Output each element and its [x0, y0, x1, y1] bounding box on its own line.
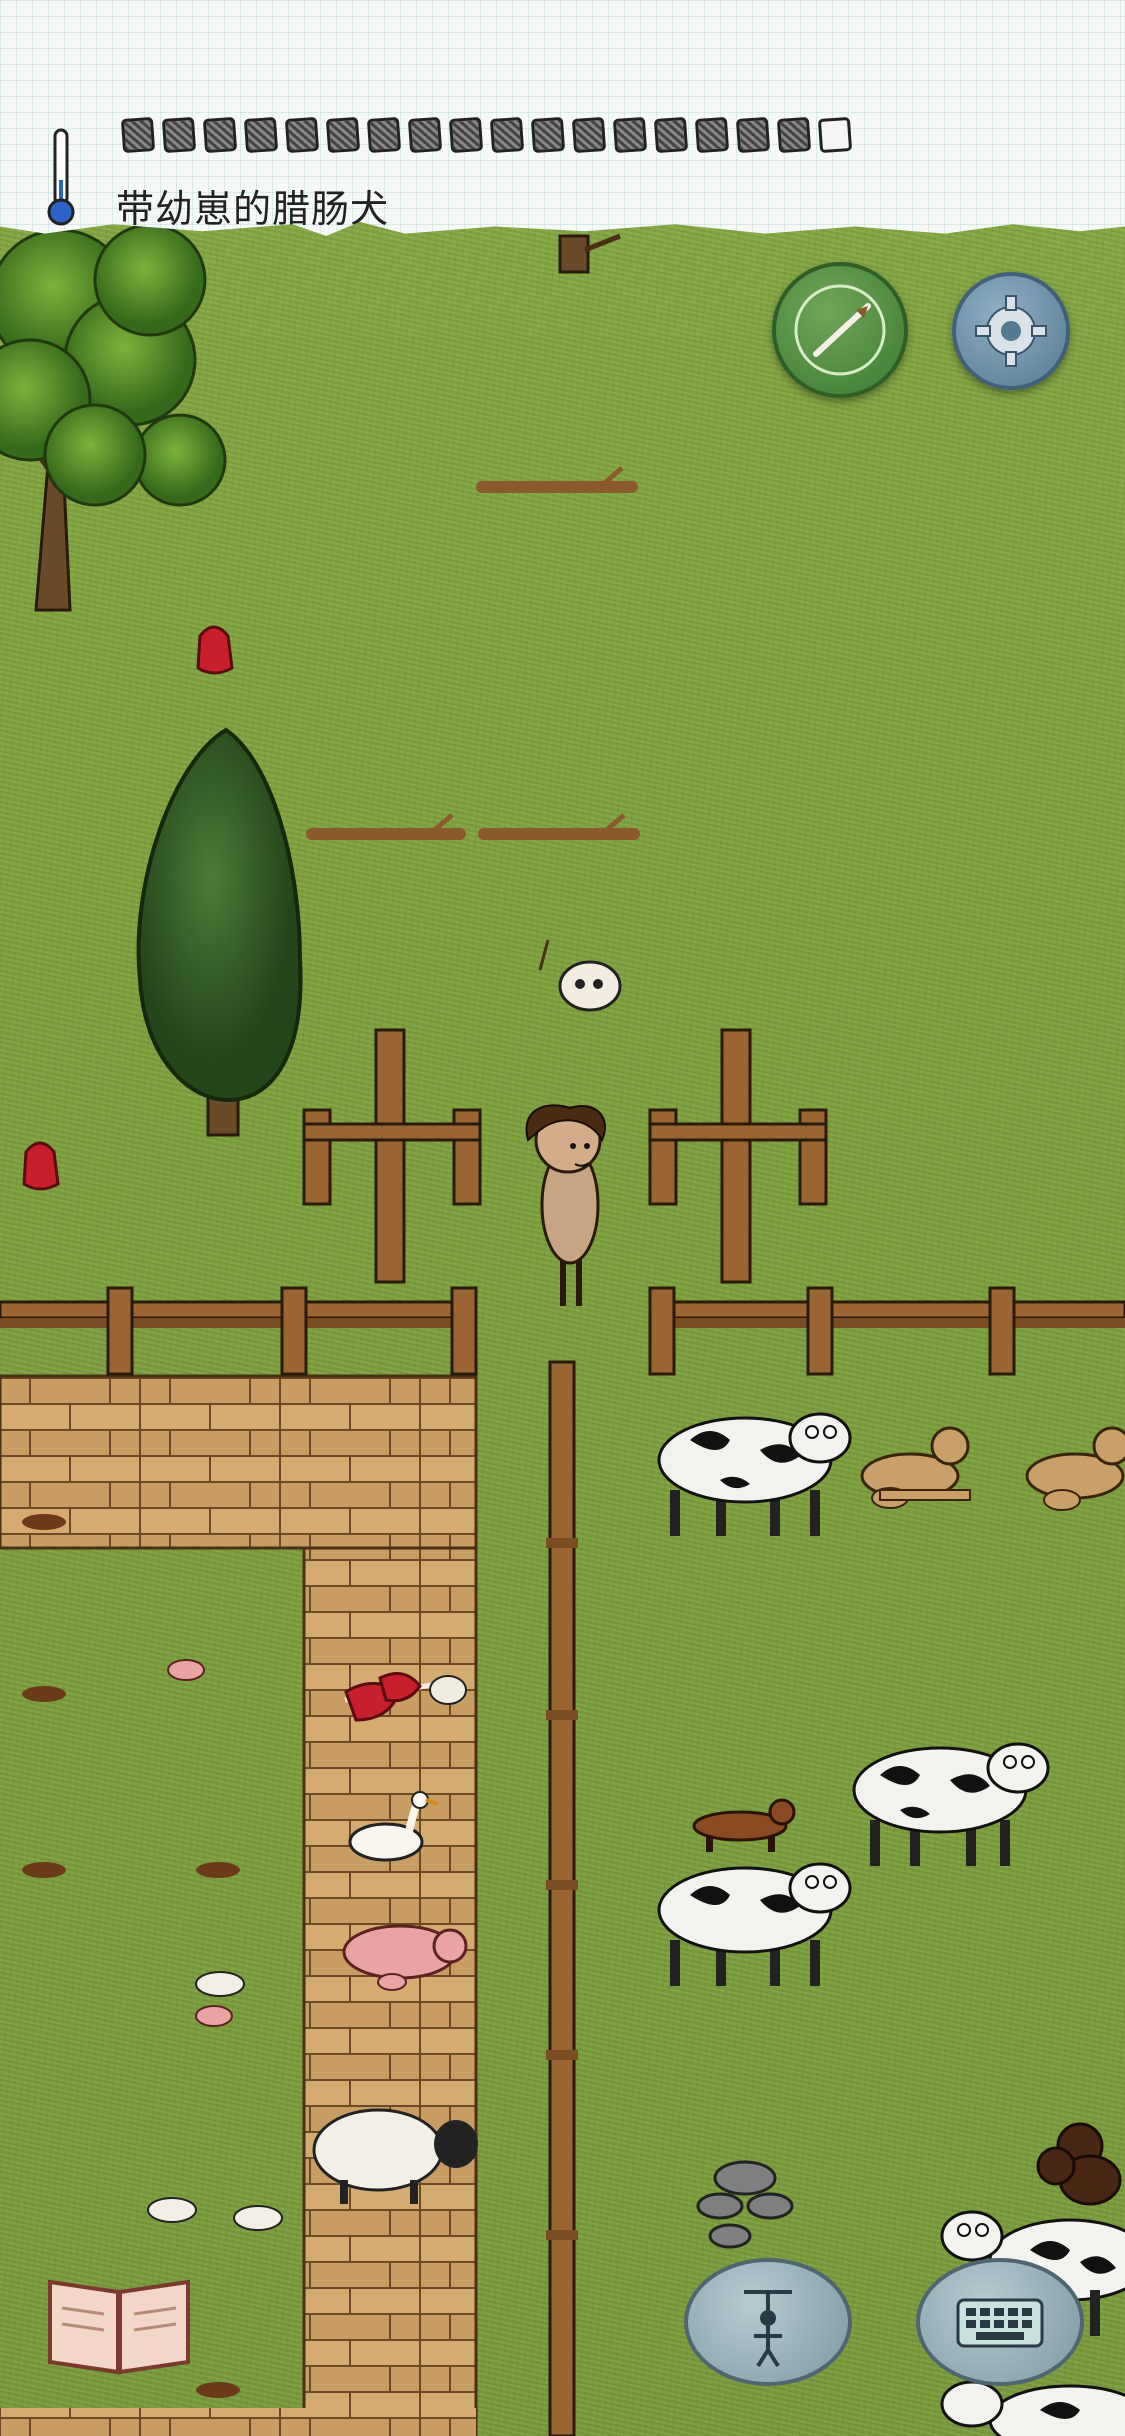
- dachshund[interactable]: [692, 1798, 796, 1852]
- cow[interactable]: [657, 1862, 852, 1986]
- food-pip: [120, 116, 156, 154]
- food-pip: [366, 116, 402, 154]
- red-berry[interactable]: [22, 1141, 60, 1191]
- cow[interactable]: [657, 1412, 852, 1536]
- fence-right[interactable]: [648, 1286, 1125, 1376]
- food-pip: [161, 116, 197, 154]
- lamb[interactable]: [147, 2197, 197, 2223]
- food-pip: [202, 116, 238, 154]
- branch[interactable]: [478, 813, 640, 840]
- fence-gate-left[interactable]: [302, 1028, 482, 1284]
- fence-left[interactable]: [0, 1286, 478, 1376]
- gear-icon: [975, 295, 1047, 367]
- compass-icon: [794, 284, 886, 376]
- branch[interactable]: [306, 813, 466, 840]
- oak-tree[interactable]: [0, 223, 227, 612]
- branch[interactable]: [476, 466, 638, 493]
- book-icon: [48, 2279, 190, 2375]
- cypress-tree[interactable]: [136, 727, 303, 1137]
- status-text: 带幼崽的腊肠犬: [116, 187, 390, 231]
- food-pip: [407, 116, 443, 154]
- lamb[interactable]: [195, 1971, 245, 1997]
- settings-button[interactable]: [952, 272, 1070, 390]
- cow[interactable]: [852, 1742, 1050, 1866]
- dung[interactable]: [22, 1862, 66, 1878]
- food-pip: [653, 116, 689, 154]
- lamb[interactable]: [233, 2205, 283, 2231]
- food-pip: [325, 116, 361, 154]
- food-pip: [735, 116, 771, 154]
- food-pip: [817, 116, 853, 154]
- dung[interactable]: [196, 1862, 240, 1878]
- fence-vertical[interactable]: [546, 1360, 578, 2436]
- piglet[interactable]: [167, 1659, 205, 1681]
- player-character[interactable]: [525, 1104, 606, 1306]
- red-berry[interactable]: [196, 625, 234, 675]
- food-meter: [120, 116, 853, 154]
- status-bar: 带幼崽的腊肠犬: [0, 0, 1125, 236]
- dog-with-puppies[interactable]: [1025, 1426, 1125, 1511]
- dung[interactable]: [22, 1514, 66, 1530]
- puppet-emote-icon: [744, 2290, 792, 2368]
- food-pip: [243, 116, 279, 154]
- compass-button[interactable]: [772, 262, 908, 398]
- fence-gate-right[interactable]: [648, 1028, 828, 1284]
- food-pip: [694, 116, 730, 154]
- food-pip: [489, 116, 525, 154]
- dung[interactable]: [22, 1686, 66, 1702]
- piglet[interactable]: [195, 2005, 233, 2027]
- dung[interactable]: [196, 2382, 240, 2398]
- emote-button[interactable]: [684, 2258, 852, 2386]
- tech-book-button[interactable]: [44, 2268, 194, 2382]
- brown-poodle[interactable]: [1036, 2122, 1122, 2206]
- dog-with-puppies[interactable]: [860, 1426, 971, 1509]
- cow[interactable]: [940, 2380, 1125, 2436]
- skull[interactable]: [538, 939, 622, 1012]
- food-pip: [284, 116, 320, 154]
- keyboard-icon: [956, 2298, 1044, 2348]
- food-pip: [612, 116, 648, 154]
- food-pip: [530, 116, 566, 154]
- food-pip: [776, 116, 812, 154]
- gray-dog-pack[interactable]: [696, 2160, 794, 2249]
- food-pip: [448, 116, 484, 154]
- tree-stump[interactable]: [558, 233, 621, 274]
- food-pip: [571, 116, 607, 154]
- keyboard-button[interactable]: [916, 2258, 1084, 2386]
- thermometer-icon: [46, 128, 76, 232]
